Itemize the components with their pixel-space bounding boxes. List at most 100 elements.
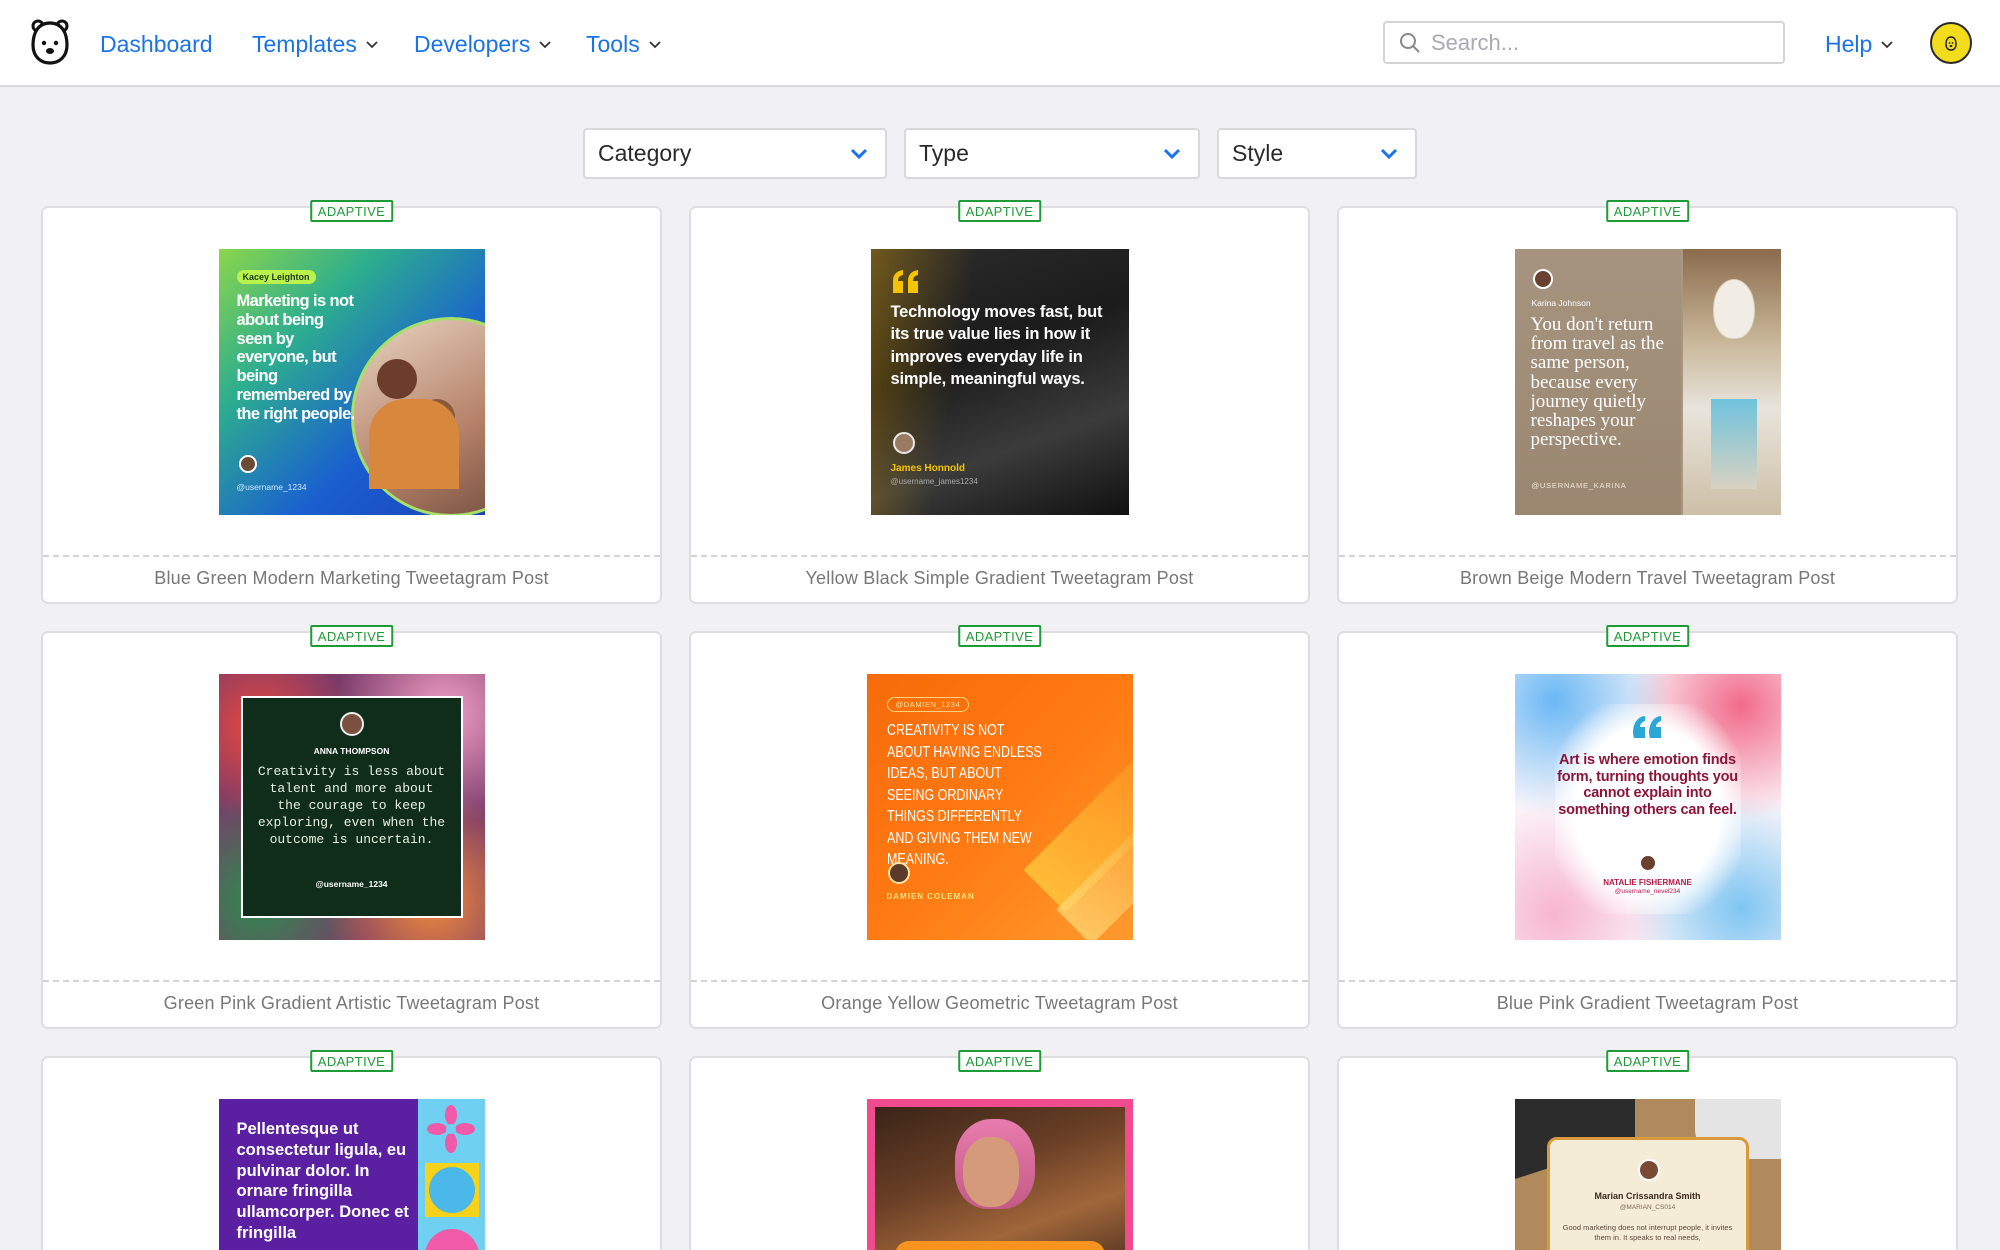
quote-text: Marketing is not about being seen by eve…	[236, 292, 356, 423]
template-thumbnail[interactable]: ANNA THOMPSON Creativity is less about t…	[218, 674, 485, 940]
adaptive-badge: ADAPTIVE	[957, 200, 1042, 222]
author-name: Marian Crissandra Smith	[1594, 1191, 1701, 1201]
quote-text: Technology moves fast, but its true valu…	[890, 303, 1103, 388]
author-avatar	[1532, 269, 1553, 289]
author-handle: @DAMIEN_1234	[886, 697, 970, 712]
template-title: Blue Green Modern Marketing Tweetagram P…	[154, 568, 549, 588]
author-handle: @username_1234	[236, 482, 307, 492]
template-thumbnail[interactable]: Marian Crissandra Smith @MARIAN_CS014 Go…	[1514, 1099, 1781, 1250]
template-title: Brown Beige Modern Travel Tweetagram Pos…	[1459, 568, 1836, 588]
nav-developers-label: Developers	[414, 30, 531, 57]
search-input[interactable]	[1431, 29, 1761, 56]
name-tag: Kacey Leighton	[236, 270, 316, 284]
adaptive-badge: ADAPTIVE	[309, 625, 394, 647]
search-box	[1383, 21, 1785, 64]
template-card[interactable]: ADAPTIVE	[689, 1050, 1310, 1250]
bear-logo-icon[interactable]	[30, 19, 70, 65]
quote-mark-icon	[1632, 716, 1661, 738]
author-handle: @username_nevel234	[1614, 888, 1681, 895]
template-card[interactable]: ADAPTIVE Karina Johnson You don't return…	[1337, 200, 1958, 604]
template-thumbnail[interactable]: Karina Johnson You don't return from tra…	[1514, 249, 1781, 515]
person-figure	[368, 399, 459, 489]
card-divider	[691, 980, 1308, 982]
template-card[interactable]: ADAPTIVE Art is where emotion finds form…	[1337, 625, 1958, 1029]
adaptive-badge: ADAPTIVE	[957, 625, 1042, 647]
template-card[interactable]: ADAPTIVE Technology moves fast, but its …	[689, 200, 1310, 604]
template-thumbnail[interactable]: @DAMIEN_1234 CREATIVITY IS NOT ABOUT HAV…	[866, 674, 1133, 940]
top-navigation-bar: Dashboard Templates Developers Tools Hel…	[0, 0, 2000, 87]
author-avatar	[1637, 1159, 1660, 1181]
style-filter-select[interactable]: Style	[1217, 128, 1417, 179]
author-avatar	[339, 712, 364, 736]
chevron-down-icon	[1163, 148, 1181, 159]
text-panel	[894, 1241, 1105, 1250]
nav-templates-menu[interactable]: Templates	[252, 28, 379, 60]
chandelier-shape	[1712, 279, 1755, 339]
chevron-down-icon	[539, 41, 551, 49]
adaptive-badge: ADAPTIVE	[1605, 625, 1690, 647]
template-card[interactable]: ADAPTIVE Pellentesque ut consectetur lig…	[41, 1050, 662, 1250]
template-title: Orange Yellow Geometric Tweetagram Post	[821, 993, 1178, 1013]
card-divider	[1339, 980, 1956, 982]
chevron-down-icon	[1380, 148, 1398, 159]
nav-tools-menu[interactable]: Tools	[586, 28, 662, 60]
author-avatar	[238, 455, 257, 473]
person-face	[962, 1137, 1019, 1207]
nav-tools-label: Tools	[586, 30, 640, 57]
quote-mark-icon	[892, 270, 918, 293]
author-name: James Honnold	[890, 463, 965, 474]
nav-help-menu[interactable]: Help	[1825, 28, 1894, 60]
quote-text: Pellentesque ut consectetur ligula, eu p…	[236, 1120, 409, 1242]
chevron-down-icon	[366, 41, 378, 49]
author-name: ANNA THOMPSON	[313, 746, 390, 756]
author-name: NATALIE FISHERMANE	[1603, 878, 1692, 887]
nav-dashboard-link[interactable]: Dashboard	[100, 28, 213, 60]
template-title: Green Pink Gradient Artistic Tweetagram …	[163, 993, 540, 1013]
template-card[interactable]: ADAPTIVE ANNA THOMPSON Creativity is les…	[41, 625, 662, 1029]
nav-developers-menu[interactable]: Developers	[414, 28, 552, 60]
template-title: Blue Pink Gradient Tweetagram Post	[1496, 993, 1799, 1013]
author-avatar	[887, 862, 910, 884]
template-thumbnail[interactable]: Art is where emotion finds form, turning…	[1514, 674, 1781, 940]
card-divider	[43, 980, 660, 982]
user-avatar[interactable]	[1930, 22, 1972, 64]
nav-dashboard-label: Dashboard	[100, 30, 213, 57]
decor-circle	[428, 1167, 475, 1213]
category-filter-select[interactable]: Category	[583, 128, 887, 179]
adaptive-badge: ADAPTIVE	[1605, 200, 1690, 222]
template-card[interactable]: ADAPTIVE Marian Crissandra Smith @MARIAN…	[1337, 1050, 1958, 1250]
adaptive-badge: ADAPTIVE	[309, 200, 394, 222]
author-avatar	[1638, 854, 1657, 872]
bear-avatar-icon	[1945, 36, 1957, 51]
template-thumbnail[interactable]: Kacey Leighton Marketing is not about be…	[218, 249, 485, 515]
author-handle: @username_1234	[315, 879, 388, 889]
adaptive-badge: ADAPTIVE	[309, 1050, 394, 1072]
adaptive-badge: ADAPTIVE	[957, 1050, 1042, 1072]
nav-help-label: Help	[1825, 30, 1873, 57]
author-handle: @username_james1234	[890, 477, 978, 486]
quote-text: CREATIVITY IS NOT ABOUT HAVING ENDLESS I…	[886, 722, 1042, 868]
template-thumbnail[interactable]: Technology moves fast, but its true valu…	[870, 249, 1129, 515]
template-card[interactable]: ADAPTIVE Kacey Leighton Marketing is not…	[41, 200, 662, 604]
chevron-down-icon	[649, 41, 661, 49]
type-filter-select[interactable]: Type	[904, 128, 1200, 179]
chevron-down-icon	[850, 148, 868, 159]
type-filter-label: Type	[919, 140, 969, 166]
adaptive-badge: ADAPTIVE	[1605, 1050, 1690, 1072]
quote-text: Creativity is less about talent and more…	[257, 764, 446, 847]
author-handle: @USERNAME_KARINA	[1531, 481, 1627, 490]
quote-text: Good marketing does not interrupt people…	[1562, 1223, 1733, 1242]
category-filter-label: Category	[598, 140, 692, 166]
card-divider	[691, 555, 1308, 557]
template-card[interactable]: ADAPTIVE @DAMIEN_1234 CREATIVITY IS NOT …	[689, 625, 1310, 1029]
author-name: Karina Johnson	[1531, 298, 1591, 308]
author-avatar	[892, 432, 915, 454]
template-thumbnail[interactable]	[866, 1099, 1133, 1250]
quote-text: Art is where emotion finds form, turning…	[1557, 752, 1738, 819]
author-name: DAMIEN COLEMAN	[886, 892, 975, 901]
quote-text: You don't return from travel as the same…	[1530, 314, 1664, 451]
author-handle: @MARIAN_CS014	[1619, 1204, 1676, 1211]
flower-icon	[426, 1105, 475, 1153]
nav-templates-label: Templates	[252, 30, 357, 57]
template-thumbnail[interactable]: Pellentesque ut consectetur ligula, eu p…	[218, 1099, 485, 1250]
